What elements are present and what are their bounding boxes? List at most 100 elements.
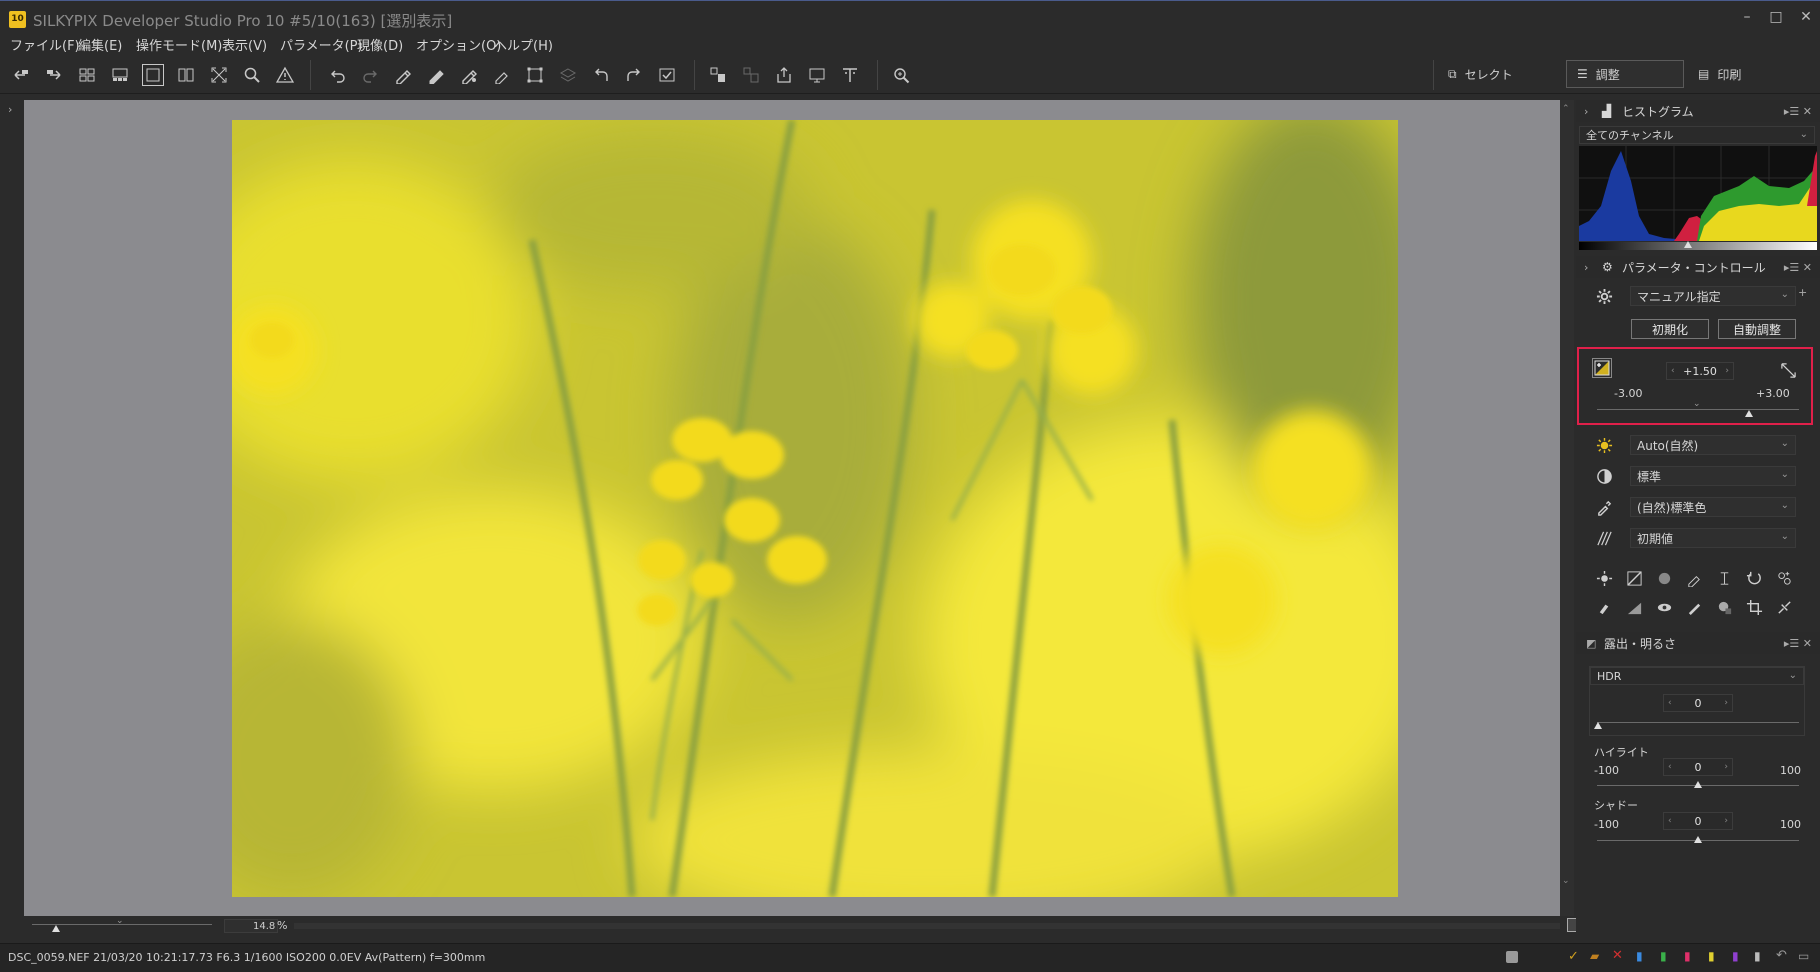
paste-params-icon[interactable] xyxy=(425,64,447,86)
histogram-header[interactable]: › ▟ ヒストグラム ▸☰ ✕ xyxy=(1576,100,1820,122)
exposure-slider-thumb[interactable] xyxy=(1744,410,1753,417)
viewer-vertical-scrollbar[interactable]: ⌃ ⌄ xyxy=(1560,100,1574,916)
check-mark-icon[interactable]: ✓ xyxy=(1568,949,1579,964)
photo-preview[interactable] xyxy=(232,120,1398,897)
tool-indicator-icon[interactable] xyxy=(1506,951,1518,963)
panel-menu-close-icon[interactable]: ▸☰ ✕ xyxy=(1784,261,1812,274)
tool-t-icon[interactable] xyxy=(839,64,861,86)
exposure-slider-track[interactable] xyxy=(1597,409,1799,410)
next-image-icon[interactable] xyxy=(43,64,65,86)
preset-select[interactable]: マニュアル指定 ⌄ xyxy=(1630,286,1796,306)
folder-icon[interactable]: ▰ xyxy=(1590,949,1599,963)
zoom-value-field[interactable]: 14.8 xyxy=(224,919,278,933)
repair-tool-icon[interactable] xyxy=(1774,597,1794,617)
fit-screen-icon[interactable] xyxy=(208,64,230,86)
copy-params-icon[interactable] xyxy=(392,64,414,86)
add-preset-icon[interactable]: + xyxy=(1798,286,1807,299)
close-window-button[interactable]: ✕ xyxy=(1795,9,1817,25)
redo-icon[interactable] xyxy=(359,64,381,86)
reset-button[interactable]: 初期化 xyxy=(1631,319,1709,339)
brush-icon[interactable] xyxy=(491,64,513,86)
hdr-value-field[interactable]: ‹ 0 › xyxy=(1663,694,1733,712)
develop-icon[interactable] xyxy=(707,64,729,86)
menu-operation-mode[interactable]: 操作モード(M) xyxy=(136,35,222,54)
sharpness-select[interactable]: 初期値 ⌄ xyxy=(1630,528,1796,548)
histogram-channel-select[interactable]: 全てのチャンネル ⌄ xyxy=(1579,126,1815,144)
mode-adjust-button[interactable]: ☰ 調整 xyxy=(1566,60,1684,88)
pen-tool-icon[interactable] xyxy=(1684,568,1704,588)
rotate-right-icon[interactable] xyxy=(623,64,645,86)
label-blue-icon[interactable]: ▮ xyxy=(1636,949,1643,963)
expand-left-panel-icon[interactable]: › xyxy=(8,103,12,116)
filmstrip-view-icon[interactable] xyxy=(109,64,131,86)
warning-icon[interactable] xyxy=(274,64,296,86)
exposure-panel-header[interactable]: ◩ 露出・明るさ ▸☰ ✕ xyxy=(1576,632,1820,654)
menu-view[interactable]: 表示(V) xyxy=(222,35,267,54)
hdr-slider-thumb[interactable] xyxy=(1594,722,1602,729)
lock-icon[interactable]: ▭ xyxy=(1798,949,1809,963)
mode-print-button[interactable]: ▤ 印刷 xyxy=(1688,60,1798,88)
menu-help[interactable]: ヘルプ(H) xyxy=(494,35,553,54)
eye-tool-icon[interactable] xyxy=(1654,597,1674,617)
effects-tool-icon[interactable] xyxy=(1774,568,1794,588)
transform-icon[interactable] xyxy=(524,64,546,86)
highlight-value-field[interactable]: ‹ 0 › xyxy=(1663,758,1733,776)
brush-tool-icon[interactable] xyxy=(1684,597,1704,617)
label-green-icon[interactable]: ▮ xyxy=(1660,949,1667,963)
shadow-value-field[interactable]: ‹ 0 › xyxy=(1663,812,1733,830)
menu-file[interactable]: ファイル(F) xyxy=(10,35,80,54)
single-view-icon[interactable] xyxy=(142,64,164,86)
sharpness-icon[interactable] xyxy=(1594,528,1614,548)
mode-select-button[interactable]: ⧉ セレクト xyxy=(1438,60,1568,88)
maximize-button[interactable]: □ xyxy=(1765,9,1787,25)
rotate-tool-icon[interactable] xyxy=(1744,568,1764,588)
vignette-tool-icon[interactable] xyxy=(1714,597,1734,617)
gradient-tool-icon[interactable] xyxy=(1624,597,1644,617)
panel-menu-close-icon[interactable]: ▸☰ ✕ xyxy=(1784,105,1812,118)
label-gray-icon[interactable]: ▮ xyxy=(1754,949,1761,963)
param-control-header[interactable]: › ⚙ パラメータ・コントロール ▸☰ ✕ xyxy=(1576,256,1820,278)
undo-label-icon[interactable]: ↶ xyxy=(1776,948,1787,963)
apply-check-icon[interactable] xyxy=(656,64,678,86)
exposure-tool-icon[interactable] xyxy=(1624,568,1644,588)
stamp-tool-icon[interactable] xyxy=(1594,597,1614,617)
color-select[interactable]: (自然)標準色 ⌄ xyxy=(1630,497,1796,517)
crop-tool-icon[interactable] xyxy=(1744,597,1764,617)
label-yellow-icon[interactable]: ▮ xyxy=(1708,949,1715,963)
zoom-icon[interactable] xyxy=(241,64,263,86)
exposure-value-field[interactable]: ‹ +1.50 › xyxy=(1666,362,1734,380)
sphere-tool-icon[interactable] xyxy=(1654,568,1674,588)
viewer-horizontal-scrollbar[interactable] xyxy=(294,923,1560,929)
reject-x-icon[interactable]: ✕ xyxy=(1612,948,1623,963)
layers-icon[interactable] xyxy=(557,64,579,86)
sun-icon[interactable] xyxy=(1594,435,1614,455)
menu-edit[interactable]: 編集(E) xyxy=(78,35,122,54)
tone-select[interactable]: 標準 ⌄ xyxy=(1630,466,1796,486)
spot-edit-icon[interactable] xyxy=(458,64,480,86)
magnifier-grid-icon[interactable] xyxy=(890,64,912,86)
hdr-select[interactable]: HDR ⌄ xyxy=(1590,667,1804,685)
prev-image-icon[interactable] xyxy=(10,64,32,86)
brightness-tool-icon[interactable] xyxy=(1594,568,1614,588)
label-red-icon[interactable]: ▮ xyxy=(1684,949,1691,963)
export-icon[interactable] xyxy=(773,64,795,86)
menu-parameter[interactable]: パラメータ(P) xyxy=(280,35,363,54)
image-viewer[interactable] xyxy=(24,100,1560,916)
zoom-slider-thumb[interactable] xyxy=(52,925,60,932)
batch-develop-icon[interactable] xyxy=(740,64,762,86)
crop-frame-icon[interactable] xyxy=(1714,568,1734,588)
menu-develop[interactable]: 現像(D) xyxy=(357,35,403,54)
rotate-left-icon[interactable] xyxy=(590,64,612,86)
exposure-bias-icon[interactable] xyxy=(1592,358,1612,378)
shadow-slider-thumb[interactable] xyxy=(1694,836,1702,843)
menu-options[interactable]: オプション(O) xyxy=(416,35,501,54)
monitor-icon[interactable] xyxy=(806,64,828,86)
auto-adjust-button[interactable]: 自動調整 xyxy=(1718,319,1796,339)
minimize-button[interactable]: – xyxy=(1736,9,1758,25)
compare-view-icon[interactable] xyxy=(175,64,197,86)
panel-menu-close-icon[interactable]: ▸☰ ✕ xyxy=(1784,637,1812,650)
hdr-slider-track[interactable] xyxy=(1597,722,1799,723)
label-purple-icon[interactable]: ▮ xyxy=(1732,949,1739,963)
exposure-reset-icon[interactable] xyxy=(1778,360,1798,380)
gear-icon[interactable] xyxy=(1594,286,1614,306)
